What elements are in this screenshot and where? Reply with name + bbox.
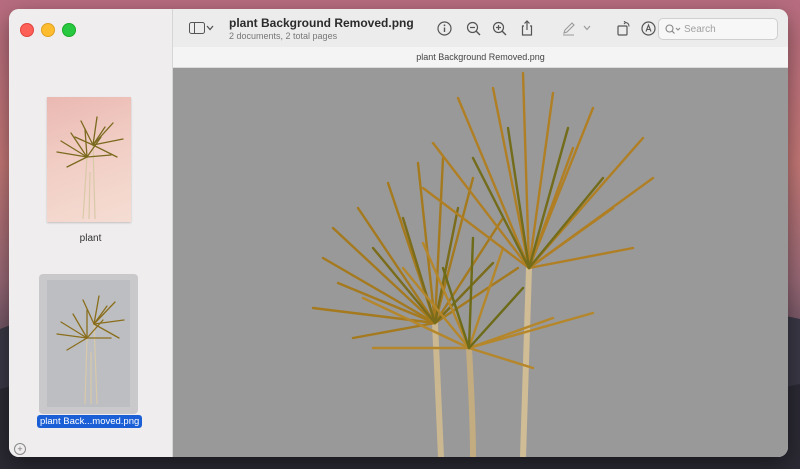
sidebar-thumbnail-selected[interactable] (39, 274, 138, 414)
maximize-button[interactable] (62, 23, 76, 37)
sidebar-item-label: plant (79, 233, 102, 244)
preview-window: plant plant Back...moved.png + plant Bac… (9, 9, 788, 457)
plant-thumbnail-image (56, 116, 124, 220)
search-icon (665, 23, 681, 35)
info-icon[interactable] (434, 18, 454, 38)
annotate-icon[interactable] (638, 18, 658, 38)
rotate-icon[interactable] (613, 18, 633, 38)
document-title: plant Background Removed.png (229, 16, 414, 30)
zoom-in-icon[interactable] (489, 18, 509, 38)
plant-image (311, 71, 655, 457)
search-input[interactable] (684, 23, 774, 35)
chevron-down-icon[interactable] (581, 18, 593, 38)
markup-pen-icon[interactable] (558, 18, 578, 38)
close-button[interactable] (20, 23, 34, 37)
minimize-button[interactable] (41, 23, 55, 37)
image-canvas[interactable] (173, 68, 788, 457)
share-icon[interactable] (517, 18, 537, 38)
window-controls (20, 23, 76, 37)
toolbar: plant Background Removed.png 2 documents… (173, 9, 788, 47)
plant-removed-thumbnail-image (56, 295, 125, 405)
title-block: plant Background Removed.png 2 documents… (229, 16, 414, 41)
document-subtitle: 2 documents, 2 total pages (229, 31, 338, 41)
chevron-down-icon[interactable] (204, 18, 216, 38)
sidebar: plant plant Back...moved.png + (9, 9, 173, 457)
file-name-bar: plant Background Removed.png (173, 47, 788, 68)
sidebar-item-label-selected: plant Back...moved.png (37, 415, 143, 428)
add-icon[interactable]: + (14, 443, 26, 455)
search-box[interactable] (658, 18, 778, 40)
zoom-out-icon[interactable] (463, 18, 483, 38)
sidebar-thumbnail-plant[interactable] (47, 97, 131, 222)
plant-removed-thumbnail (47, 280, 130, 407)
